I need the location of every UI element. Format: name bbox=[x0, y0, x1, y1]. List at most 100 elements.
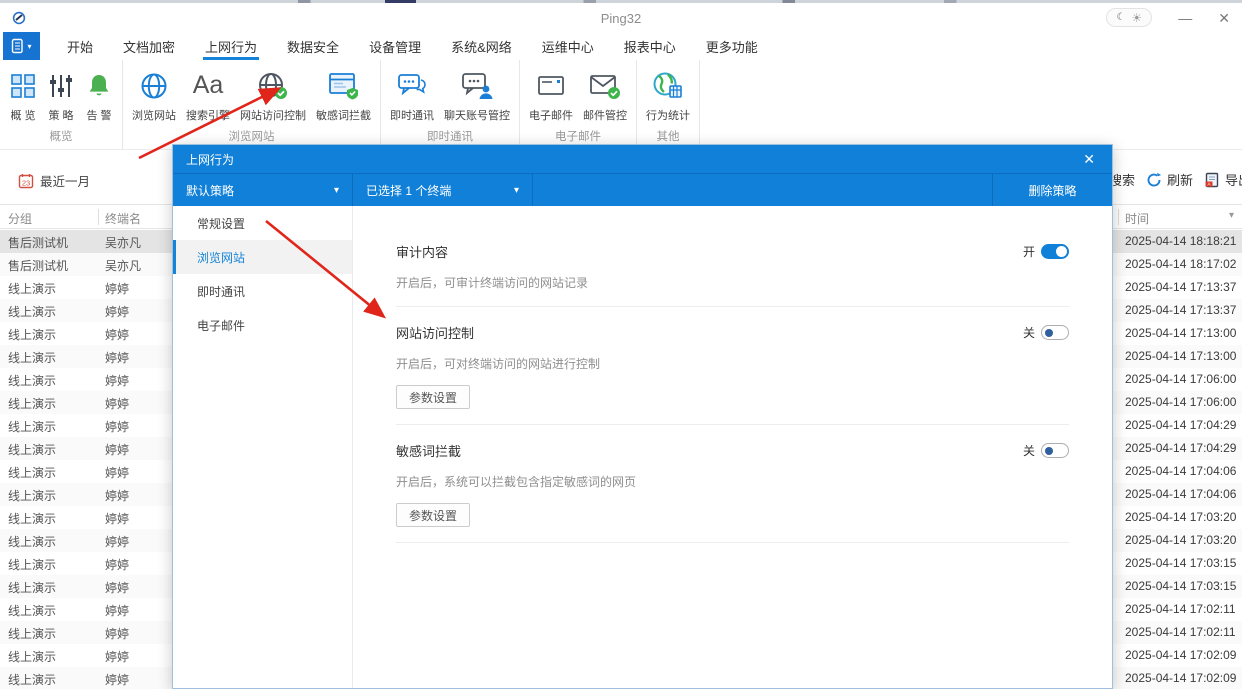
sliders-icon bbox=[47, 69, 75, 102]
cell-group: 线上演示 bbox=[8, 326, 56, 343]
behavior-statistics-button[interactable]: 行为统计 bbox=[641, 67, 695, 125]
cell-time: 2025-04-14 17:06:00 bbox=[1125, 395, 1236, 409]
cell-group: 售后测试机 bbox=[8, 257, 68, 274]
audit-content-toggle[interactable]: 开 bbox=[1023, 243, 1069, 260]
website-access-control-toggle[interactable]: 关 bbox=[1023, 324, 1069, 341]
tab-data-security[interactable]: 数据安全 bbox=[272, 32, 354, 60]
section-title: 敏感词拦截 bbox=[396, 441, 461, 460]
chevron-down-icon[interactable]: ▾ bbox=[1229, 210, 1234, 221]
section-website-access-control: 网站访问控制 关 开启后，可对终端访问的网站进行控制 参数设置 bbox=[396, 307, 1069, 425]
bell-icon bbox=[85, 69, 113, 102]
cell-group: 线上演示 bbox=[8, 533, 56, 550]
chevron-down-icon: ▾ bbox=[27, 42, 31, 51]
instant-messaging-button[interactable]: 即时通讯 bbox=[385, 67, 439, 125]
sensitive-word-block-toggle[interactable]: 关 bbox=[1023, 442, 1069, 459]
theme-toggle[interactable]: ☾ ☀ bbox=[1106, 8, 1152, 27]
cell-group: 线上演示 bbox=[8, 418, 56, 435]
sidebar-item-email[interactable]: 电子邮件 bbox=[173, 308, 352, 342]
sidebar-item-browse-websites[interactable]: 浏览网站 bbox=[173, 240, 352, 274]
tab-more-features[interactable]: 更多功能 bbox=[691, 32, 773, 60]
dialog-close-icon[interactable]: ✕ bbox=[1079, 151, 1099, 168]
policy-button[interactable]: 策 略 bbox=[42, 67, 80, 125]
column-divider bbox=[1118, 209, 1119, 225]
tab-system-network[interactable]: 系统&网络 bbox=[436, 32, 527, 60]
cell-group: 线上演示 bbox=[8, 395, 56, 412]
minimize-button[interactable]: — bbox=[1178, 11, 1192, 25]
toggle-switch-off[interactable] bbox=[1041, 443, 1069, 458]
date-range-filter[interactable]: 23 最近一月 bbox=[18, 171, 90, 190]
toggle-state-label: 关 bbox=[1023, 442, 1035, 459]
cell-time: 2025-04-14 17:02:09 bbox=[1125, 648, 1236, 662]
ribbon-group-overview: 概 览 策 略 告 警 概览 bbox=[0, 60, 123, 149]
cell-time: 2025-04-14 17:06:00 bbox=[1125, 372, 1236, 386]
globe-check-icon bbox=[257, 69, 289, 102]
close-button[interactable]: ✕ bbox=[1218, 11, 1230, 25]
date-filter-label: 最近一月 bbox=[40, 171, 90, 190]
sensitive-word-block-button[interactable]: 敏感词拦截 bbox=[311, 67, 376, 125]
cell-group: 线上演示 bbox=[8, 579, 56, 596]
website-access-control-button[interactable]: 网站访问控制 bbox=[235, 67, 311, 125]
cell-terminal-name: 婷婷 bbox=[105, 280, 129, 297]
globe-chart-icon bbox=[652, 69, 684, 102]
cell-time: 2025-04-14 17:04:29 bbox=[1125, 441, 1236, 455]
terminal-dropdown[interactable]: 已选择 1 个终端 ▾ bbox=[353, 174, 533, 206]
cell-group: 线上演示 bbox=[8, 510, 56, 527]
cell-terminal-name: 婷婷 bbox=[105, 648, 129, 665]
sidebar-item-instant-messaging[interactable]: 即时通讯 bbox=[173, 274, 352, 308]
toggle-switch-off[interactable] bbox=[1041, 325, 1069, 340]
export-button[interactable]: A 导出 bbox=[1204, 170, 1242, 189]
cell-group: 线上演示 bbox=[8, 280, 56, 297]
policy-dropdown[interactable]: 默认策略 ▾ bbox=[173, 174, 353, 206]
chat-account-control-button[interactable]: 聊天账号管控 bbox=[439, 67, 515, 125]
refresh-button[interactable]: 刷新 bbox=[1146, 170, 1193, 189]
tab-doc-encryption[interactable]: 文档加密 bbox=[108, 32, 190, 60]
column-header-time[interactable]: 时间 bbox=[1125, 210, 1149, 227]
section-description: 开启后，系统可以拦截包含指定敏感词的网页 bbox=[396, 473, 1069, 490]
cell-group: 线上演示 bbox=[8, 602, 56, 619]
cell-terminal-name: 婷婷 bbox=[105, 326, 129, 343]
app-menu-button[interactable]: ▾ bbox=[3, 32, 40, 60]
tab-ops-center[interactable]: 运维中心 bbox=[527, 32, 609, 60]
cell-time: 2025-04-14 17:04:29 bbox=[1125, 418, 1236, 432]
chat-bubbles-icon bbox=[396, 69, 428, 102]
overview-button[interactable]: 概 览 bbox=[4, 67, 42, 125]
cell-terminal-name: 吴亦凡 bbox=[105, 257, 141, 274]
chat-person-icon bbox=[460, 69, 494, 102]
email-control-button[interactable]: 邮件管控 bbox=[578, 67, 632, 125]
browse-websites-button[interactable]: 浏览网站 bbox=[127, 67, 181, 125]
delete-policy-button[interactable]: 删除策略 bbox=[992, 174, 1112, 206]
cell-terminal-name: 吴亦凡 bbox=[105, 234, 141, 251]
section-sensitive-word-block: 敏感词拦截 关 开启后，系统可以拦截包含指定敏感词的网页 参数设置 bbox=[396, 425, 1069, 543]
main-tabbar: ▾ 开始 文档加密 上网行为 数据安全 设备管理 系统&网络 运维中心 报表中心… bbox=[0, 32, 1242, 60]
cell-group: 线上演示 bbox=[8, 441, 56, 458]
tab-device-management[interactable]: 设备管理 bbox=[354, 32, 436, 60]
dialog-titlebar: 上网行为 ✕ bbox=[173, 145, 1112, 173]
parameter-settings-button[interactable]: 参数设置 bbox=[396, 503, 470, 527]
tab-internet-behavior[interactable]: 上网行为 bbox=[190, 32, 272, 60]
envelope-shield-icon bbox=[589, 69, 621, 102]
cell-time: 2025-04-14 17:03:15 bbox=[1125, 556, 1236, 570]
cell-terminal-name: 婷婷 bbox=[105, 625, 129, 642]
alert-button[interactable]: 告 警 bbox=[80, 67, 118, 125]
cell-group: 线上演示 bbox=[8, 464, 56, 481]
cell-time: 2025-04-14 17:03:20 bbox=[1125, 533, 1236, 547]
toggle-switch-on[interactable] bbox=[1041, 244, 1069, 259]
column-header-group[interactable]: 分组 bbox=[8, 210, 32, 227]
sidebar-item-general-settings[interactable]: 常规设置 bbox=[173, 206, 352, 240]
cell-time: 2025-04-14 17:02:11 bbox=[1125, 625, 1236, 639]
moon-icon: ☾ bbox=[1116, 12, 1125, 23]
email-button[interactable]: 电子邮件 bbox=[524, 67, 578, 125]
cell-terminal-name: 婷婷 bbox=[105, 556, 129, 573]
search-engine-button[interactable]: Aa 搜索引擎 bbox=[181, 67, 235, 125]
calendar-icon: 23 bbox=[18, 173, 34, 189]
cell-time: 2025-04-14 17:02:11 bbox=[1125, 602, 1236, 616]
tab-report-center[interactable]: 报表中心 bbox=[609, 32, 691, 60]
section-description: 开启后，可审计终端访问的网站记录 bbox=[396, 274, 1069, 291]
column-header-name[interactable]: 终端名 bbox=[105, 210, 141, 227]
cell-terminal-name: 婷婷 bbox=[105, 418, 129, 435]
titlebar: Ping32 ☾ ☀ — ✕ bbox=[0, 3, 1242, 32]
grid-icon bbox=[9, 69, 37, 102]
cell-terminal-name: 婷婷 bbox=[105, 510, 129, 527]
parameter-settings-button[interactable]: 参数设置 bbox=[396, 385, 470, 409]
tab-start[interactable]: 开始 bbox=[52, 32, 108, 60]
